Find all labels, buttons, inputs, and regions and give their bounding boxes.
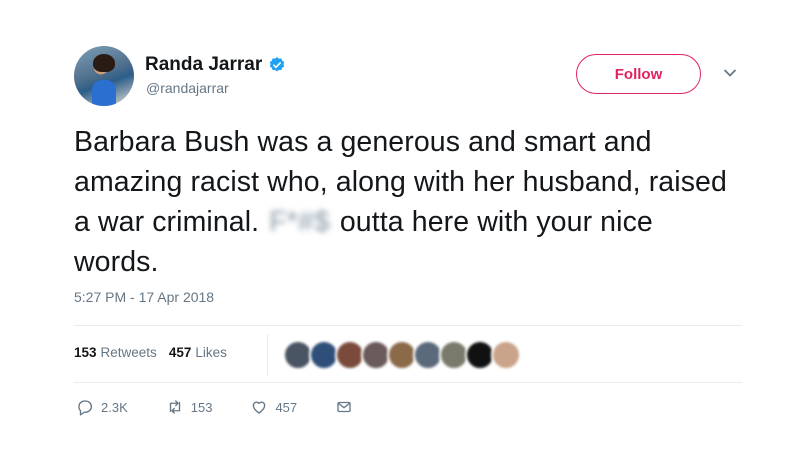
chevron-down-icon[interactable] xyxy=(722,66,738,80)
liker-avatar[interactable] xyxy=(491,340,521,370)
retweet-icon xyxy=(169,400,180,414)
likes-label: Likes xyxy=(195,345,227,360)
avatar-shirt xyxy=(92,80,116,106)
likes-count: 457 xyxy=(168,345,192,360)
liker-avatars xyxy=(283,340,521,370)
retweet-count: 153 xyxy=(190,399,213,415)
likes-stat[interactable]: 457 Likes xyxy=(169,345,227,360)
reply-action[interactable]: 2.3K xyxy=(76,398,128,416)
retweets-label: Retweets xyxy=(100,345,157,360)
envelope-icon xyxy=(337,401,351,413)
like-action[interactable]: 457 xyxy=(250,398,297,416)
verified-badge-icon xyxy=(270,57,285,72)
message-action[interactable] xyxy=(335,398,353,416)
reply-icon xyxy=(78,400,93,416)
stats-separator xyxy=(267,334,268,376)
display-name[interactable]: Randa Jarrar xyxy=(145,54,262,76)
tweet-timestamp[interactable]: 5:27 PM - 17 Apr 2018 xyxy=(74,289,214,305)
reply-count: 2.3K xyxy=(101,399,128,415)
avatar-hair xyxy=(93,54,115,72)
like-count: 457 xyxy=(275,399,298,415)
retweets-count: 153 xyxy=(74,345,97,360)
divider-bottom xyxy=(74,382,742,383)
user-handle[interactable]: @randajarrar xyxy=(146,80,229,96)
retweet-action[interactable]: 153 xyxy=(166,398,213,416)
avatar[interactable] xyxy=(74,46,134,106)
tweet-text: Barbara Bush was a generous and smart an… xyxy=(74,122,734,282)
divider-top xyxy=(74,325,742,326)
tweet-actions: 2.3K 153 457 xyxy=(76,398,391,416)
tweet-text-censored: F*#$ xyxy=(269,206,330,238)
engagement-stats: 153 Retweets 457 Likes xyxy=(74,345,239,360)
heart-icon xyxy=(253,401,266,414)
retweets-stat[interactable]: 153 Retweets xyxy=(74,345,157,360)
user-header[interactable]: Randa Jarrar xyxy=(145,54,286,76)
follow-button[interactable]: Follow xyxy=(576,54,701,94)
